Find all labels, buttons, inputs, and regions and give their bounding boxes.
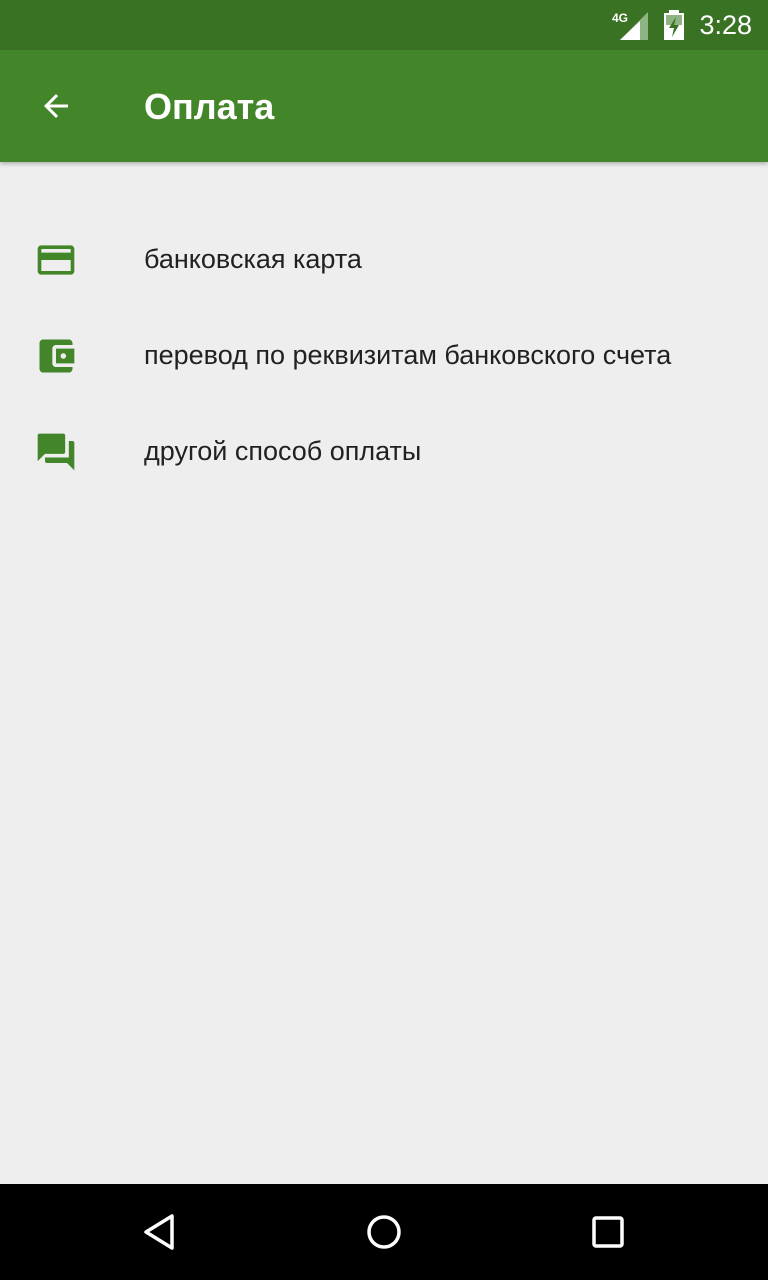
arrow-back-icon [44,94,68,118]
navigation-bar [0,1184,768,1280]
payment-method-label: банковская карта [144,244,362,274]
payment-method-label: другой способ оплаты [144,436,422,466]
status-bar: 4G 3:28 [0,0,768,50]
nav-home-icon[interactable] [360,1208,408,1256]
payment-method-list: банковская карта перевод по реквизитам б… [0,212,768,500]
payment-method-bank-card[interactable]: банковская карта [0,212,768,308]
chat-bubbles-icon [37,433,75,471]
credit-card-icon [37,245,75,275]
payment-method-bank-transfer[interactable]: перевод по реквизитам банковского счета [0,308,768,404]
back-button[interactable] [24,74,88,138]
page-title: Оплата [144,86,275,127]
app-bar: Оплата [0,50,768,162]
signal-4g-icon: 4G [612,11,648,40]
payment-method-other[interactable]: другой способ оплаты [0,404,768,500]
nav-back-icon[interactable] [136,1208,184,1256]
status-time: 3:28 [699,10,752,40]
wallet-icon [39,339,75,373]
nav-recents-icon[interactable] [584,1208,632,1256]
battery-charging-icon [664,10,684,40]
payment-method-label: перевод по реквизитам банковского счета [144,340,672,370]
svg-text:4G: 4G [612,11,628,25]
